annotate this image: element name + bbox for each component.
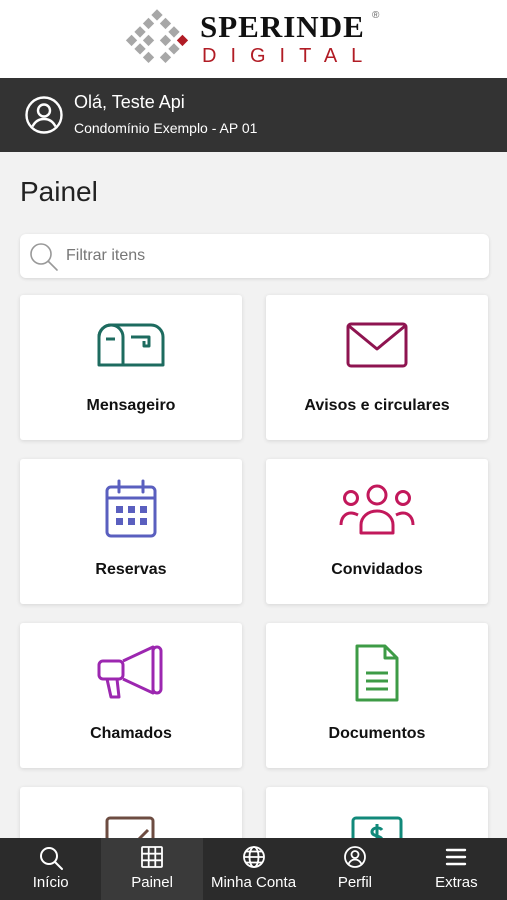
- globe-icon: [242, 846, 265, 868]
- nav-label: Painel: [131, 874, 173, 891]
- card-avisos[interactable]: Avisos e circulares: [266, 295, 488, 440]
- nav-label: Perfil: [337, 874, 373, 891]
- search-icon: [30, 243, 58, 271]
- card-label: Documentos: [328, 725, 426, 742]
- card-label: Avisos e circulares: [304, 397, 450, 414]
- card-reservas[interactable]: Reservas: [20, 459, 242, 604]
- nav-minha-conta[interactable]: Minha Conta: [203, 838, 304, 900]
- card-convidados[interactable]: Convidados: [266, 459, 488, 604]
- logo-icon: [125, 9, 189, 64]
- card-label: Chamados: [90, 725, 172, 742]
- nav-label: Início: [32, 874, 69, 891]
- bottom-nav: Início Painel Minha Conta Perfil Extras: [0, 838, 507, 900]
- group-icon: [339, 484, 415, 535]
- card-mensageiro[interactable]: Mensageiro: [20, 295, 242, 440]
- user-circle-icon: [344, 846, 366, 868]
- user-header: Olá, Teste Api Condomínio Exemplo - AP 0…: [0, 78, 507, 152]
- card-documentos[interactable]: Documentos: [266, 623, 488, 768]
- user-avatar-icon[interactable]: [24, 95, 64, 135]
- megaphone-icon: [97, 645, 163, 699]
- nav-extras[interactable]: Extras: [406, 838, 507, 900]
- card-label: Reservas: [95, 561, 167, 578]
- document-icon: [355, 644, 399, 702]
- nav-painel[interactable]: Painel: [101, 838, 203, 900]
- user-greeting: Olá, Teste Api: [74, 92, 185, 112]
- card-label: Convidados: [331, 561, 423, 578]
- nav-perfil[interactable]: Perfil: [304, 838, 405, 900]
- card-chamados[interactable]: Chamados: [20, 623, 242, 768]
- card-label: Mensageiro: [86, 397, 176, 414]
- mailbox-icon: [97, 323, 165, 367]
- filter-input[interactable]: [66, 241, 466, 271]
- nav-label: Minha Conta: [210, 874, 297, 891]
- grid-icon: [141, 846, 164, 868]
- menu-icon: [446, 848, 467, 866]
- logo-bar: SPERINDE ® DIGITAL: [0, 0, 507, 78]
- nav-inicio[interactable]: Início: [0, 838, 101, 900]
- calendar-icon: [105, 479, 157, 538]
- logo-brand: SPERINDE: [200, 9, 365, 44]
- search-bar: [20, 234, 489, 278]
- logo-registered-mark: ®: [372, 10, 380, 21]
- page-title: Painel: [20, 176, 98, 207]
- nav-label: Extras: [435, 874, 478, 891]
- envelope-icon: [346, 322, 408, 368]
- user-unit: Condomínio Exemplo - AP 01: [74, 120, 258, 136]
- logo-subtitle: DIGITAL: [202, 45, 377, 67]
- search-icon: [39, 847, 63, 870]
